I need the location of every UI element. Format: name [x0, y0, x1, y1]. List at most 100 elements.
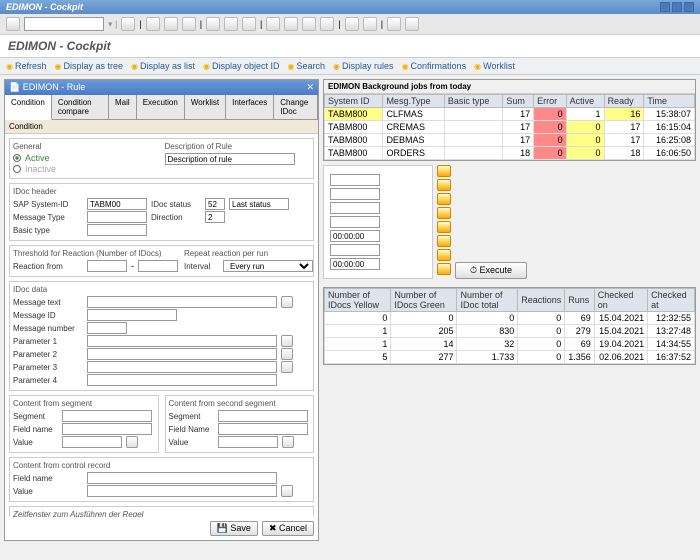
q1[interactable]: [330, 174, 380, 186]
msg-no-input[interactable]: [87, 322, 127, 334]
seg2-help-icon[interactable]: [282, 436, 294, 448]
shortcut-icon[interactable]: [363, 17, 377, 31]
seg1-help-icon[interactable]: [126, 436, 138, 448]
radio-active[interactable]: [13, 154, 21, 162]
description-input[interactable]: [165, 153, 295, 165]
table-row[interactable]: TABM800CLFMAS17011615:38:07: [325, 108, 695, 121]
print-icon[interactable]: [206, 17, 220, 31]
close-icon[interactable]: [684, 2, 694, 12]
msg-id-input[interactable]: [87, 309, 177, 321]
layout-icon[interactable]: [405, 17, 419, 31]
panel-close-icon[interactable]: ✕: [306, 82, 314, 93]
search-action[interactable]: Search: [288, 61, 326, 71]
max-icon[interactable]: [672, 2, 682, 12]
qicon-1[interactable]: [437, 165, 451, 177]
p1-help-icon[interactable]: [281, 335, 293, 347]
q4[interactable]: [330, 216, 380, 228]
idoc-status-code-input[interactable]: [205, 198, 225, 210]
tab-worklist[interactable]: Worklist: [185, 95, 226, 119]
qicon-6[interactable]: [437, 235, 451, 247]
table-row[interactable]: 52771.73301.35602.06.202116:37:52: [325, 351, 695, 364]
reaction-to-input[interactable]: [138, 260, 178, 272]
cancel-icon[interactable]: [182, 17, 196, 31]
seg1-field-input[interactable]: [62, 423, 152, 435]
p4-input[interactable]: [87, 374, 277, 386]
display-tree-action[interactable]: Display as tree: [55, 61, 124, 71]
worklist-action[interactable]: Worklist: [474, 61, 515, 71]
min-icon[interactable]: [660, 2, 670, 12]
q5[interactable]: [330, 230, 380, 242]
qicon-8[interactable]: [437, 263, 451, 275]
reaction-from-input[interactable]: [87, 260, 127, 272]
ctrl-help-icon[interactable]: [281, 485, 293, 497]
seg2-value-input[interactable]: [218, 436, 278, 448]
idoc-status-text-input[interactable]: [229, 198, 289, 210]
refresh-action[interactable]: Refresh: [6, 61, 47, 71]
ctrl-field-label: Field name: [13, 474, 83, 483]
display-list-action[interactable]: Display as list: [131, 61, 195, 71]
tab-execution[interactable]: Execution: [137, 95, 185, 119]
ctrl-value-input[interactable]: [87, 485, 277, 497]
table-row[interactable]: TABM800CREMAS17001716:15:04: [325, 121, 695, 134]
seg1-segment-input[interactable]: [62, 410, 152, 422]
table-row[interactable]: TABM800ORDERS18001816:06:50: [325, 147, 695, 160]
last-icon[interactable]: [320, 17, 334, 31]
exit-icon[interactable]: [164, 17, 178, 31]
command-dropdown[interactable]: [24, 17, 104, 31]
qicon-4[interactable]: [437, 207, 451, 219]
seg1-value-input[interactable]: [62, 436, 122, 448]
tab-change-idoc[interactable]: Change IDoc: [274, 95, 318, 119]
p2-help-icon[interactable]: [281, 348, 293, 360]
save-button[interactable]: 💾 Save: [210, 521, 258, 536]
table-row[interactable]: 1143206919.04.202114:34:55: [325, 338, 695, 351]
seg2-segment-input[interactable]: [218, 410, 308, 422]
help-icon[interactable]: [387, 17, 401, 31]
execute-button[interactable]: ⏱ Execute: [455, 262, 527, 279]
findnext-icon[interactable]: [242, 17, 256, 31]
qicon-5[interactable]: [437, 221, 451, 233]
tab-mail[interactable]: Mail: [109, 95, 137, 119]
direction-input[interactable]: [205, 211, 225, 223]
cancel-button[interactable]: ✖ Cancel: [262, 521, 314, 536]
first-icon[interactable]: [266, 17, 280, 31]
qicon-7[interactable]: [437, 249, 451, 261]
basic-type-input[interactable]: [87, 224, 147, 236]
q7[interactable]: [330, 258, 380, 270]
tab-interfaces[interactable]: Interfaces: [226, 95, 274, 119]
table-row[interactable]: TABM800DEBMAS17001716:25:08: [325, 134, 695, 147]
new-session-icon[interactable]: [345, 17, 359, 31]
p2-input[interactable]: [87, 348, 277, 360]
p1-input[interactable]: [87, 335, 277, 347]
display-rules-action[interactable]: Display rules: [333, 61, 394, 71]
qicon-3[interactable]: [437, 193, 451, 205]
display-object-id-action[interactable]: Display object ID: [203, 61, 280, 71]
q3[interactable]: [330, 202, 380, 214]
seg1-field-label: Field name: [13, 425, 58, 434]
interval-select[interactable]: Every run: [223, 260, 313, 272]
confirmations-action[interactable]: Confirmations: [402, 61, 467, 71]
ctrl-field-input[interactable]: [87, 472, 277, 484]
tab-condition[interactable]: Condition: [5, 95, 52, 120]
p3-input[interactable]: [87, 361, 277, 373]
prev-icon[interactable]: [284, 17, 298, 31]
table-row[interactable]: 00006915.04.202112:32:55: [325, 312, 695, 325]
seg2-field-input[interactable]: [218, 423, 308, 435]
msg-text-input[interactable]: [87, 296, 277, 308]
rule-panel-title: 📄 EDIMON - Rule ✕: [5, 80, 318, 95]
menubar: ▾ | | | | | |: [0, 14, 700, 35]
q2[interactable]: [330, 188, 380, 200]
table-row[interactable]: 1205830027915.04.202113:27:48: [325, 325, 695, 338]
p3-help-icon[interactable]: [281, 361, 293, 373]
back-icon[interactable]: [146, 17, 160, 31]
next-icon[interactable]: [302, 17, 316, 31]
msgtype-input[interactable]: [87, 211, 147, 223]
check-icon[interactable]: [6, 17, 20, 31]
msg-text-help-icon[interactable]: [281, 296, 293, 308]
tab-condition-compare[interactable]: Condition compare: [52, 95, 109, 119]
q6[interactable]: [330, 244, 380, 256]
find-icon[interactable]: [224, 17, 238, 31]
radio-inactive[interactable]: [13, 165, 21, 173]
qicon-2[interactable]: [437, 179, 451, 191]
save-icon[interactable]: [121, 17, 135, 31]
sap-system-input[interactable]: [87, 198, 147, 210]
